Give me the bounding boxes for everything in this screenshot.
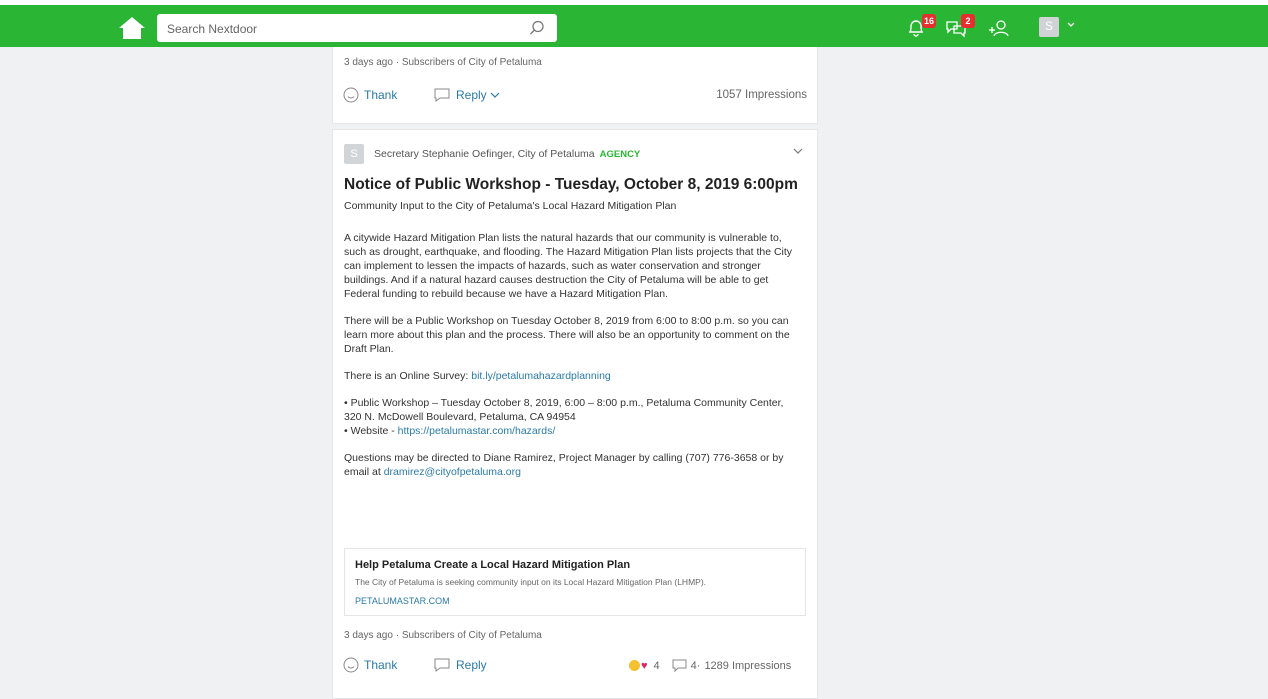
search-input[interactable]: [165, 19, 529, 39]
top-navigation-bar: 16 2 S: [0, 0, 1268, 47]
post-card: S Secretary Stephanie Oefinger, City of …: [332, 129, 818, 699]
heart-emoji-icon: ♥: [641, 659, 648, 672]
comment-icon: [434, 658, 450, 672]
reply-button[interactable]: Reply: [433, 87, 505, 103]
preview-title: Help Petaluma Create a Local Hazard Miti…: [355, 559, 631, 571]
post-card: 3 days ago · Subscribers of City of Peta…: [332, 47, 818, 124]
preview-description: The City of Petaluma is seeking communit…: [355, 577, 707, 587]
messages-button[interactable]: 2: [945, 14, 975, 40]
bullet-list: • Public Workshop – Tuesday October 8, 2…: [344, 396, 794, 438]
thank-label: Thank: [364, 658, 398, 672]
notifications-badge: 16: [922, 14, 936, 28]
reaction-count: 4: [653, 659, 660, 672]
notifications-button[interactable]: 16: [906, 14, 936, 40]
search-icon[interactable]: [529, 20, 545, 36]
smiley-icon: [343, 87, 359, 103]
nextdoor-home-logo-icon[interactable]: [118, 16, 146, 40]
messages-badge: 2: [961, 14, 975, 28]
reactions-summary[interactable]: ♥ 4 4· 1289 Impressions: [629, 659, 791, 672]
bullet-item: • Public Workshop – Tuesday October 8, 2…: [344, 397, 784, 423]
search-box: [157, 14, 557, 42]
post-body: A citywide Hazard Mitigation Plan lists …: [344, 231, 794, 492]
impressions-count: 1289 Impressions: [704, 659, 792, 672]
post-subtitle: Community Input to the City of Petaluma'…: [344, 200, 677, 212]
post-author: S Secretary Stephanie Oefinger, City of …: [344, 143, 640, 165]
post-meta: 3 days ago · Subscribers of City of Peta…: [344, 630, 542, 641]
survey-link[interactable]: bit.ly/petalumahazardplanning: [471, 370, 611, 382]
reply-label: Reply: [456, 658, 487, 672]
bullet-item: • Website - https://petalumastar.com/haz…: [344, 424, 794, 438]
reply-button[interactable]: Reply: [433, 657, 487, 673]
comment-count: 4·: [690, 659, 701, 672]
preview-domain: PETALUMASTAR.COM: [355, 596, 450, 606]
thank-label: Thank: [364, 88, 398, 102]
post-title: Notice of Public Workshop - Tuesday, Oct…: [344, 176, 798, 193]
author-name[interactable]: Secretary Stephanie Oefinger, City of Pe…: [374, 148, 595, 160]
comment-count-icon: [672, 659, 687, 672]
smile-emoji-icon: [629, 660, 640, 671]
website-link[interactable]: https://petalumastar.com/hazards/: [398, 425, 556, 437]
chevron-down-icon: [490, 92, 500, 98]
smiley-icon: [343, 657, 359, 673]
add-person-icon: [989, 20, 1009, 37]
questions-paragraph: Questions may be directed to Diane Ramir…: [344, 451, 794, 479]
profile-initial: S: [1045, 19, 1054, 33]
email-link[interactable]: dramirez@cityofpetaluma.org: [384, 466, 521, 478]
profile-avatar[interactable]: S: [1039, 17, 1059, 37]
comment-icon: [434, 88, 450, 102]
thank-button[interactable]: Thank: [343, 657, 397, 673]
link-preview-card[interactable]: Help Petaluma Create a Local Hazard Miti…: [344, 548, 806, 616]
reply-label: Reply: [456, 88, 487, 102]
body-paragraph: There will be a Public Workshop on Tuesd…: [344, 315, 790, 355]
bullet-text: • Website -: [344, 425, 398, 437]
thank-button[interactable]: Thank: [343, 87, 397, 103]
survey-paragraph: There is an Online Survey: bit.ly/petalu…: [344, 369, 794, 383]
body-paragraph: A citywide Hazard Mitigation Plan lists …: [344, 232, 793, 300]
impressions-count: 1057 Impressions: [716, 89, 807, 101]
post-meta: 3 days ago · Subscribers of City of Peta…: [344, 57, 542, 68]
survey-text: There is an Online Survey:: [344, 370, 472, 382]
invite-neighbors-button[interactable]: [988, 18, 1010, 40]
agency-badge: AGENCY: [599, 148, 641, 160]
chevron-down-icon[interactable]: [1066, 20, 1076, 30]
post-menu-chevron-icon[interactable]: [793, 147, 803, 155]
author-avatar[interactable]: S: [344, 144, 364, 164]
